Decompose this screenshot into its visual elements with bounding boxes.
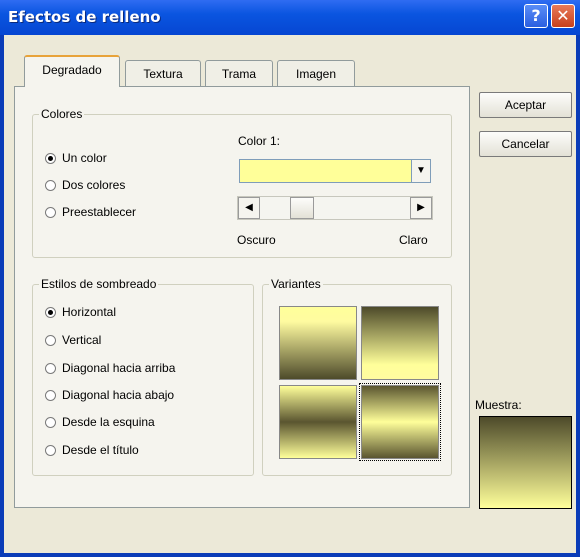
chevron-down-icon[interactable]: ▼ <box>411 159 431 183</box>
colores-legend: Colores <box>39 107 85 121</box>
variant-2[interactable] <box>361 306 439 380</box>
variantes-legend: Variantes <box>269 277 323 291</box>
radio-diagonal-arriba[interactable]: Diagonal hacia arriba <box>45 359 175 377</box>
scroll-left-icon[interactable]: ◀ <box>238 197 260 219</box>
radio-vertical[interactable]: Vertical <box>45 331 101 349</box>
radio-preestablecer[interactable]: Preestablecer <box>45 203 136 221</box>
close-button[interactable]: ✕ <box>551 4 575 28</box>
radio-label: Diagonal hacia abajo <box>62 388 175 402</box>
radio-label: Diagonal hacia arriba <box>62 361 176 375</box>
radio-desde-esquina[interactable]: Desde la esquina <box>45 413 155 431</box>
color1-label: Color 1: <box>238 134 281 148</box>
radio-label: Preestablecer <box>62 205 137 219</box>
radio-dot[interactable] <box>45 444 56 456</box>
radio-dot[interactable] <box>45 152 56 164</box>
radio-dot[interactable] <box>45 179 56 191</box>
slider-thumb[interactable] <box>290 197 314 219</box>
radio-dot[interactable] <box>45 362 56 374</box>
radio-label: Horizontal <box>62 305 117 319</box>
variant-1[interactable] <box>279 306 357 380</box>
radio-diagonal-abajo[interactable]: Diagonal hacia abajo <box>45 386 174 404</box>
tab-label: Imagen <box>295 67 337 81</box>
shade-slider[interactable]: ◀ ▶ <box>237 196 433 220</box>
tab-label: Degradado <box>42 63 102 77</box>
title-bar[interactable]: Efectos de relleno ? ✕ <box>0 0 580 35</box>
radio-desde-titulo[interactable]: Desde el título <box>45 441 139 459</box>
variant-4[interactable] <box>359 383 441 461</box>
radio-dot[interactable] <box>45 206 56 218</box>
radio-dot[interactable] <box>45 389 56 401</box>
radio-horizontal[interactable]: Horizontal <box>45 303 116 321</box>
radio-label: Un color <box>62 151 107 165</box>
muestra-label: Muestra: <box>475 398 522 412</box>
radio-label: Vertical <box>62 333 102 347</box>
sombreado-legend: Estilos de sombreado <box>39 277 159 291</box>
radio-dos-colores[interactable]: Dos colores <box>45 176 125 194</box>
tab-textura[interactable]: Textura <box>125 60 201 88</box>
sample-preview <box>479 416 572 509</box>
scroll-right-icon[interactable]: ▶ <box>410 197 432 219</box>
slider-right-label: Claro <box>399 233 428 247</box>
radio-label: Dos colores <box>62 178 126 192</box>
color1-dropdown[interactable] <box>239 159 412 183</box>
radio-un-color[interactable]: Un color <box>45 149 107 167</box>
aceptar-button[interactable]: Aceptar <box>479 92 572 118</box>
tab-trama[interactable]: Trama <box>205 60 273 88</box>
radio-dot[interactable] <box>45 334 56 346</box>
variant-3[interactable] <box>279 385 357 459</box>
radio-dot[interactable] <box>45 306 56 318</box>
radio-dot[interactable] <box>45 416 56 428</box>
tab-imagen[interactable]: Imagen <box>277 60 355 88</box>
radio-label: Desde la esquina <box>62 415 155 429</box>
slider-left-label: Oscuro <box>237 233 276 247</box>
radio-label: Desde el título <box>62 443 139 457</box>
window-title: Efectos de relleno <box>8 8 161 26</box>
cancelar-button[interactable]: Cancelar <box>479 131 572 157</box>
tab-label: Textura <box>143 67 183 81</box>
tab-degradado[interactable]: Degradado <box>24 55 120 87</box>
tab-label: Trama <box>221 67 257 81</box>
help-button[interactable]: ? <box>524 4 548 28</box>
